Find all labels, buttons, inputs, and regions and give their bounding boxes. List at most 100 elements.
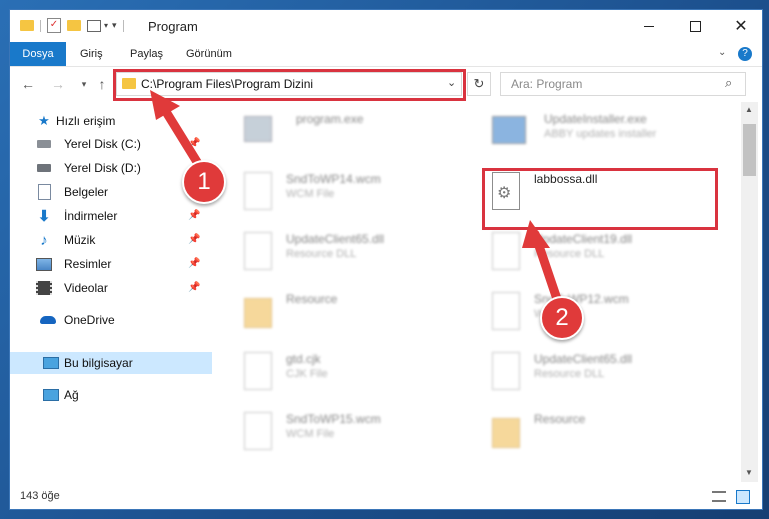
tab-share[interactable]: Paylaş bbox=[130, 42, 163, 66]
cloud-icon bbox=[40, 312, 56, 328]
dll-file-icon bbox=[240, 230, 274, 270]
back-button[interactable]: ← bbox=[20, 76, 36, 92]
scroll-up-icon[interactable]: ▲ bbox=[745, 105, 753, 114]
tab-view[interactable]: Görünüm bbox=[186, 42, 232, 66]
address-highlight-box bbox=[113, 69, 466, 101]
customize-toolbar-icon[interactable]: ▾ bbox=[112, 20, 117, 31]
music-icon: ♪ bbox=[40, 231, 48, 249]
pin-icon[interactable]: 📌 bbox=[188, 234, 200, 245]
file-item[interactable]: UpdateClient19.dll Resource DLL bbox=[486, 226, 726, 276]
exe-file-icon bbox=[240, 110, 274, 150]
file-item[interactable]: SndToWP14.wcm WCM File bbox=[238, 166, 478, 216]
scrollbar-thumb[interactable] bbox=[743, 124, 756, 176]
large-icons-view-icon[interactable] bbox=[736, 490, 750, 504]
download-icon: ⬇ bbox=[37, 208, 51, 225]
chevron-down-icon[interactable]: ▾ bbox=[104, 21, 108, 30]
search-placeholder: Ara: Program bbox=[511, 77, 583, 91]
item-count: 143 öğe bbox=[20, 490, 60, 502]
folder-item[interactable]: Resource bbox=[486, 406, 726, 456]
sidebar-item-quick-access[interactable]: ★ Hızlı erişim bbox=[10, 110, 202, 132]
sidebar-item-music[interactable]: ♪ Müzik 📌 bbox=[10, 229, 202, 251]
view-icon[interactable] bbox=[87, 19, 101, 32]
sidebar-item-documents[interactable]: Belgeler 📌 bbox=[10, 181, 202, 203]
details-view-icon[interactable] bbox=[712, 491, 726, 502]
close-button[interactable]: ✕ bbox=[718, 10, 762, 42]
sidebar-item-disk-d[interactable]: Yerel Disk (D:) bbox=[10, 157, 202, 179]
sidebar-item-network[interactable]: Ağ bbox=[10, 384, 202, 406]
documents-icon bbox=[36, 184, 52, 200]
expand-ribbon-icon[interactable]: ⌄ bbox=[718, 47, 726, 58]
help-icon[interactable]: ? bbox=[738, 47, 752, 61]
step-badge-1: 1 bbox=[182, 160, 226, 204]
file-icon bbox=[240, 170, 274, 210]
pin-icon[interactable]: 📌 bbox=[188, 210, 200, 221]
window-title: Program bbox=[148, 19, 198, 34]
folder-icon bbox=[488, 410, 522, 450]
file-item[interactable]: UpdateInstaller.exe ABBY updates install… bbox=[486, 106, 726, 156]
file-icon bbox=[240, 410, 274, 450]
star-icon: ★ bbox=[38, 113, 50, 128]
arrow-right-icon: → bbox=[51, 76, 65, 92]
title-bar: ✓ ▾ ▾ Program ✕ bbox=[10, 10, 762, 42]
arrow-up-icon: ↑ bbox=[98, 76, 106, 92]
tab-home[interactable]: Giriş bbox=[80, 42, 103, 66]
network-icon bbox=[43, 387, 59, 403]
dll-file-icon bbox=[488, 350, 522, 390]
file-item[interactable]: gtd.cjk CJK File bbox=[238, 346, 478, 396]
refresh-icon: ↻ bbox=[473, 76, 485, 91]
sidebar-item-this-pc[interactable]: Bu bilgisayar bbox=[10, 352, 212, 374]
sidebar-item-videos[interactable]: Videolar 📌 bbox=[10, 277, 202, 299]
disk-icon bbox=[36, 160, 52, 176]
disk-icon bbox=[36, 136, 52, 152]
file-highlight-box bbox=[482, 168, 718, 230]
maximize-button[interactable] bbox=[672, 10, 718, 42]
folder-icon bbox=[240, 290, 274, 330]
search-icon: ⌕ bbox=[725, 75, 733, 90]
explorer-window: ✓ ▾ ▾ Program ✕ Dosya Giriş Paylaş Görün… bbox=[10, 10, 762, 509]
pin-icon[interactable]: 📌 bbox=[188, 258, 200, 269]
refresh-button[interactable]: ↻ bbox=[467, 72, 491, 96]
scroll-down-icon[interactable]: ▼ bbox=[745, 468, 753, 477]
close-icon: ✕ bbox=[734, 18, 748, 35]
search-box[interactable]: Ara: Program ⌕ bbox=[500, 72, 746, 96]
step-badge-2: 2 bbox=[540, 296, 584, 340]
vertical-scrollbar[interactable]: ▲ ▼ bbox=[741, 102, 758, 482]
chevron-down-icon: ▾ bbox=[81, 78, 87, 89]
separator bbox=[122, 19, 124, 32]
sidebar-item-downloads[interactable]: ⬇ İndirmeler 📌 bbox=[10, 205, 202, 227]
video-icon bbox=[36, 280, 52, 296]
navigation-pane: ★ Hızlı erişim Yerel Disk (C:) 📌 Yerel D… bbox=[10, 102, 212, 482]
arrow-left-icon: ← bbox=[21, 76, 35, 92]
properties-icon[interactable]: ✓ bbox=[47, 18, 61, 33]
ribbon-tabs: Dosya Giriş Paylaş Görünüm ⌄ ? bbox=[10, 42, 762, 67]
forward-button[interactable]: → bbox=[50, 76, 66, 92]
status-bar: 143 öğe bbox=[10, 486, 762, 508]
file-icon bbox=[488, 290, 522, 330]
pin-icon[interactable]: 📌 bbox=[188, 282, 200, 293]
installer-icon bbox=[488, 110, 526, 150]
minimize-button[interactable] bbox=[626, 10, 672, 42]
folder-icon[interactable] bbox=[20, 20, 34, 31]
recent-locations-button[interactable]: ▾ bbox=[76, 76, 92, 92]
file-item[interactable]: UpdateClient65.dll Resource DLL bbox=[238, 226, 478, 276]
pictures-icon bbox=[36, 256, 52, 272]
sidebar-item-onedrive[interactable]: OneDrive bbox=[10, 309, 202, 331]
file-item[interactable]: UpdateClient65.dll Resource DLL bbox=[486, 346, 726, 396]
folder-item[interactable]: Resource bbox=[238, 286, 478, 336]
computer-icon bbox=[43, 355, 59, 371]
up-button[interactable]: ↑ bbox=[94, 76, 110, 92]
maximize-icon bbox=[689, 20, 701, 32]
file-icon bbox=[240, 350, 274, 390]
file-list: program.exe UpdateInstaller.exe ABBY upd… bbox=[210, 102, 740, 482]
pin-icon[interactable]: 📌 bbox=[188, 138, 200, 149]
file-item[interactable]: SndToWP12.wcm WCM File bbox=[486, 286, 726, 336]
tab-file[interactable]: Dosya bbox=[10, 42, 66, 66]
quick-access-toolbar: ✓ ▾ ▾ bbox=[20, 18, 124, 33]
sidebar-item-pictures[interactable]: Resimler 📌 bbox=[10, 253, 202, 275]
file-item[interactable]: program.exe bbox=[238, 106, 478, 156]
file-item[interactable]: SndToWP15.wcm WCM File bbox=[238, 406, 478, 456]
separator bbox=[40, 19, 41, 32]
minimize-icon bbox=[644, 25, 654, 27]
sidebar-item-disk-c[interactable]: Yerel Disk (C:) 📌 bbox=[10, 133, 202, 155]
new-folder-icon[interactable] bbox=[67, 20, 81, 31]
